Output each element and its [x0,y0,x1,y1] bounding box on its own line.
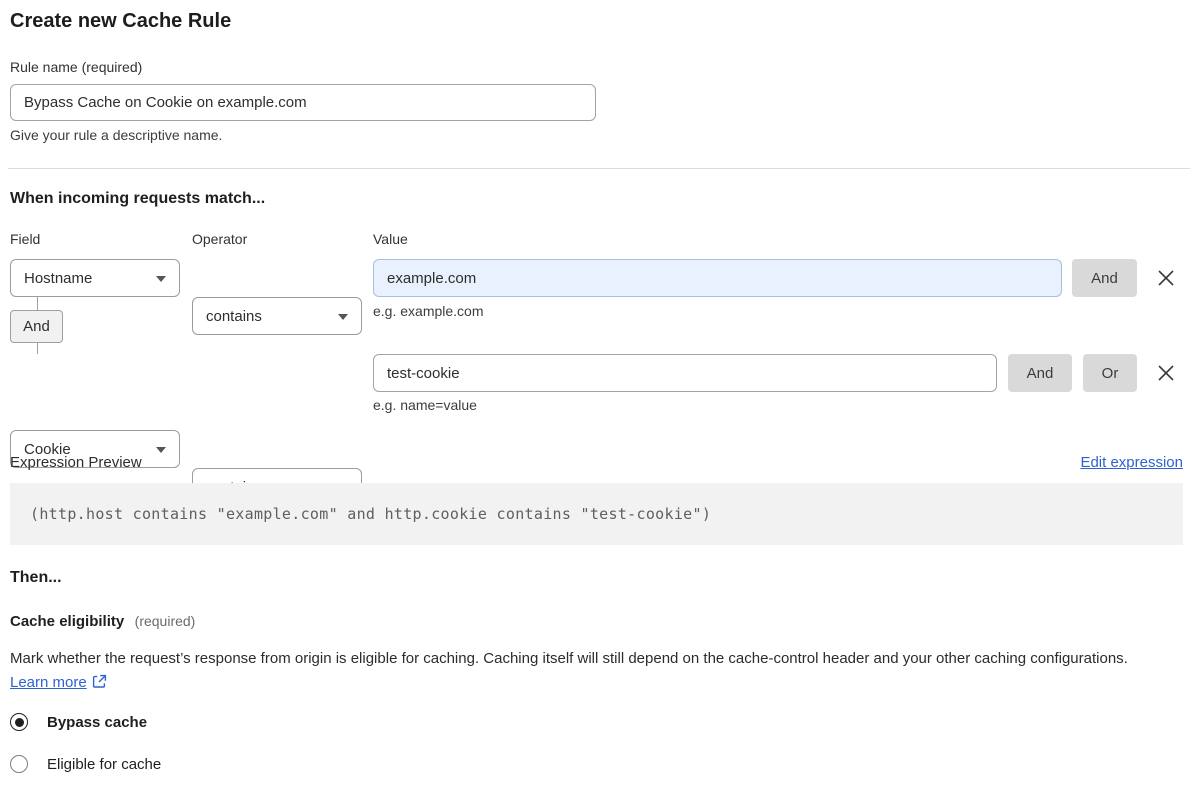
condition-connector-chip[interactable]: And [10,310,63,343]
remove-condition-button-row1[interactable] [1147,259,1185,297]
external-link-icon [92,673,107,697]
page-title: Create new Cache Rule [10,10,232,32]
rule-name-input[interactable] [10,84,596,121]
rule-name-helper: Give your rule a descriptive name. [10,127,223,143]
radio-label-bypass-cache: Bypass cache [47,713,148,731]
cache-eligibility-required-note: (required) [134,613,196,629]
radio-label-eligible-for-cache: Eligible for cache [47,755,162,773]
edit-expression-link[interactable]: Edit expression [1080,454,1183,471]
expression-code: (http.host contains "example.com" and ht… [30,505,712,523]
value-hint-row2: e.g. name=value [373,397,477,413]
radio-option-bypass-cache[interactable]: Bypass cache [10,713,147,731]
operator-select-row1[interactable]: contains [192,297,362,335]
add-or-condition-button-row2[interactable]: Or [1083,354,1137,392]
radio-selected-icon[interactable] [10,713,28,731]
add-and-condition-button-row2[interactable]: And [1008,354,1072,392]
match-section-heading: When incoming requests match... [10,190,266,207]
remove-condition-button-row2[interactable] [1147,354,1185,392]
section-divider [8,168,1190,169]
value-hint-row1: e.g. example.com [373,303,484,319]
field-select-row1[interactable]: Hostname [10,259,180,297]
close-icon [1158,270,1174,286]
expression-preview-label: Expression Preview [10,454,142,471]
column-label-operator: Operator [192,231,248,247]
value-input-row2[interactable] [373,354,997,392]
column-label-value: Value [373,231,408,247]
add-and-condition-button-row1[interactable]: And [1072,259,1137,297]
cache-eligibility-description-text: Mark whether the request’s response from… [10,650,1128,667]
expression-code-block: (http.host contains "example.com" and ht… [10,483,1183,545]
chevron-down-icon [338,314,348,320]
value-input-row1[interactable] [373,259,1062,297]
field-select-row1-value: Hostname [24,269,93,287]
cache-eligibility-description: Mark whether the request’s response from… [10,647,1160,697]
create-cache-rule-page: Create new Cache Rule Rule name (require… [0,0,1200,793]
operator-select-row1-value: contains [206,307,262,325]
rule-name-label: Rule name (required) [10,59,143,75]
chevron-down-icon [156,276,166,282]
close-icon [1158,365,1174,381]
radio-option-eligible-for-cache[interactable]: Eligible for cache [10,755,161,773]
then-heading: Then... [10,569,62,586]
cache-eligibility-heading: Cache eligibility [10,613,125,630]
chevron-down-icon [156,447,166,453]
radio-unselected-icon[interactable] [10,755,28,773]
column-label-field: Field [10,231,41,247]
learn-more-link[interactable]: Learn more [10,674,87,691]
